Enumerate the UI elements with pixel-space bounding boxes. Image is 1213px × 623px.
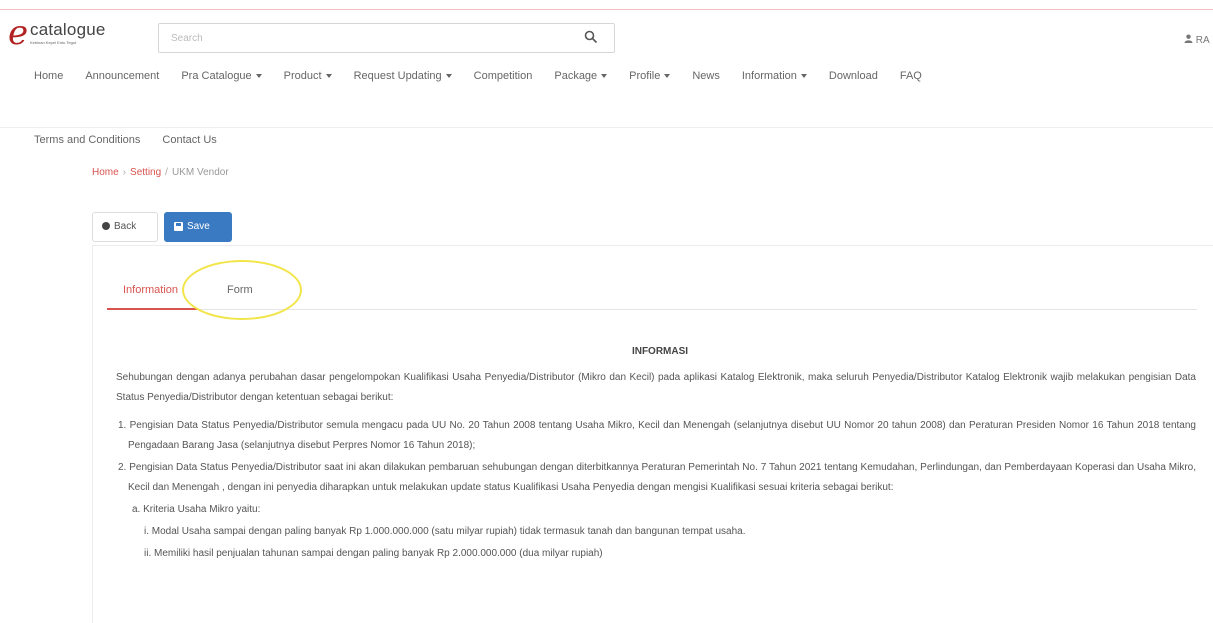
user-name: RA (1195, 35, 1210, 46)
breadcrumb-home[interactable]: Home (92, 167, 119, 178)
caret-down-icon (664, 74, 671, 79)
nav-label: Contact Us (162, 134, 217, 146)
nav-label: Home (34, 70, 64, 82)
nav-label: Product (283, 70, 322, 82)
info-item-2: 2. Pengisian Data Status Penyedia/Distri… (118, 462, 1196, 493)
caret-down-icon (445, 74, 452, 79)
nav-label: Request Updating (353, 70, 442, 82)
nav-request-updating[interactable]: Request Updating (354, 70, 452, 82)
tab-form[interactable]: Form (227, 284, 253, 296)
nav-divider (0, 127, 1213, 128)
save-button[interactable]: Save (164, 212, 232, 242)
nav-competition[interactable]: Competition (474, 70, 533, 82)
nav-news[interactable]: News (692, 70, 720, 82)
tab-bar: Information Form (107, 268, 1197, 310)
caret-down-icon (325, 74, 332, 79)
nav-information[interactable]: Information (742, 70, 807, 82)
back-arrow-icon (102, 222, 110, 231)
breadcrumb-current: UKM Vendor (171, 167, 229, 178)
nav-download[interactable]: Download (829, 70, 878, 82)
search-box (158, 23, 615, 53)
nav-label: Package (554, 70, 598, 82)
breadcrumb-setting[interactable]: Setting (130, 167, 161, 178)
information-content: INFORMASI Sehubungan dengan adanya perub… (116, 342, 1196, 566)
top-border (0, 0, 1213, 10)
nav-product[interactable]: Product (284, 70, 332, 82)
nav-label: Announcement (85, 70, 160, 82)
nav-label: FAQ (899, 70, 922, 82)
nav-row-primary: Home Announcement Pra Catalogue Product Requ… (34, 70, 944, 90)
back-button[interactable]: Back (92, 212, 158, 242)
user-icon (1184, 34, 1193, 46)
user-menu[interactable]: RA (1184, 34, 1210, 46)
breadcrumb: Home › Setting / UKM Vendor (92, 167, 229, 178)
back-label: Back (114, 221, 137, 232)
caret-down-icon (255, 74, 262, 79)
info-item-2a-i: i. Modal Usaha sampai dengan paling bany… (144, 526, 746, 537)
info-item-2a: a. Kriteria Usaha Mikro yaitu: (132, 504, 261, 515)
nav-label: Terms and Conditions (34, 134, 141, 146)
nav-label: Information (741, 70, 797, 82)
nav-terms[interactable]: Terms and Conditions (34, 134, 140, 146)
search-input[interactable] (159, 24, 579, 52)
nav-announcement[interactable]: Announcement (85, 70, 159, 82)
active-tab-indicator (107, 308, 198, 310)
nav-label: Profile (629, 70, 661, 82)
info-intro: Sehubungan dengan adanya perubahan dasar… (116, 372, 1196, 403)
breadcrumb-separator: › (122, 167, 127, 178)
header: e catalogue Kebinan Kepel Entu Tegut RA (0, 14, 1213, 58)
tab-information[interactable]: Information (123, 284, 178, 296)
floppy-disk-icon (174, 221, 183, 231)
nav-row-secondary: Terms and Conditions Contact Us (34, 134, 239, 154)
logo-subtitle: Kebinan Kepel Entu Tegut (30, 40, 77, 45)
logo-e-glyph: e (8, 13, 29, 53)
nav-package[interactable]: Package (554, 70, 608, 82)
logo-text: catalogue (30, 20, 106, 39)
nav-label: Competition (473, 70, 533, 82)
nav-faq[interactable]: FAQ (900, 70, 922, 82)
info-item-2a-ii: ii. Memiliki hasil penjualan tahunan sam… (144, 548, 603, 559)
nav-pra-catalogue[interactable]: Pra Catalogue (181, 70, 262, 82)
breadcrumb-separator: / (165, 167, 168, 178)
search-icon[interactable] (584, 30, 600, 46)
caret-down-icon (601, 74, 608, 79)
nav-label: Pra Catalogue (181, 70, 252, 82)
nav-label: News (692, 70, 720, 82)
info-item-1: 1. Pengisian Data Status Penyedia/Distri… (118, 420, 1196, 451)
nav-profile[interactable]: Profile (629, 70, 671, 82)
nav-label: Download (828, 70, 878, 82)
nav-contact[interactable]: Contact Us (162, 134, 216, 146)
save-label: Save (187, 221, 210, 232)
caret-down-icon (800, 74, 807, 79)
ecatalogue-logo[interactable]: e catalogue Kebinan Kepel Entu Tegut (8, 14, 148, 52)
info-heading: INFORMASI (631, 346, 689, 357)
nav-home[interactable]: Home (34, 70, 63, 82)
